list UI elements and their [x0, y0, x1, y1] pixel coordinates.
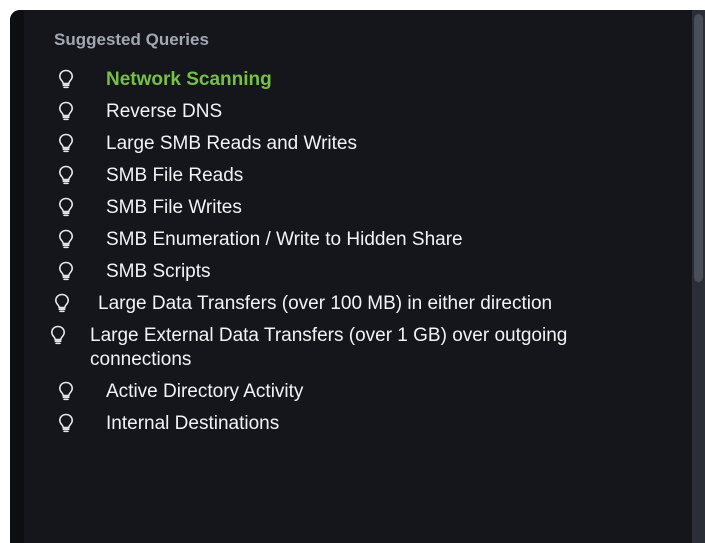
section-title: Suggested Queries [54, 30, 209, 49]
query-label: Network Scanning [106, 69, 272, 90]
query-item-smb-file-reads[interactable]: SMB File Reads [10, 164, 670, 188]
lightbulb-icon [50, 325, 70, 345]
query-label: Reverse DNS [106, 101, 223, 122]
query-item-active-directory-activity[interactable]: Active Directory Activity [10, 380, 670, 404]
query-label: SMB Enumeration / Write to Hidden Share [106, 229, 463, 250]
lightbulb-icon [54, 293, 74, 313]
lightbulb-icon [58, 133, 78, 153]
query-item-reverse-dns[interactable]: Reverse DNS [10, 100, 670, 124]
query-item-internal-destinations[interactable]: Internal Destinations [10, 412, 670, 436]
query-item-large-data-transfers[interactable]: Large Data Transfers (over 100 MB) in ei… [10, 292, 670, 316]
lightbulb-icon [58, 413, 78, 433]
query-item-smb-file-writes[interactable]: SMB File Writes [10, 196, 670, 220]
suggested-queries-panel: Suggested Queries Network Scanning Rever… [10, 10, 705, 543]
query-label: SMB File Reads [106, 165, 244, 186]
lightbulb-icon [58, 381, 78, 401]
query-label: Large SMB Reads and Writes [106, 133, 357, 154]
query-label: Active Directory Activity [106, 381, 304, 402]
lightbulb-icon [58, 101, 78, 121]
query-label: Internal Destinations [106, 413, 280, 434]
lightbulb-icon [58, 165, 78, 185]
lightbulb-icon [58, 69, 78, 89]
query-item-smb-enumeration[interactable]: SMB Enumeration / Write to Hidden Share [10, 228, 670, 252]
query-item-large-smb-reads-writes[interactable]: Large SMB Reads and Writes [10, 132, 670, 156]
query-label: SMB Scripts [106, 261, 211, 282]
query-item-large-external-data-transfers[interactable]: Large External Data Transfers (over 1 GB… [10, 324, 670, 372]
query-label: Large Data Transfers (over 100 MB) in ei… [98, 293, 553, 314]
query-label: Large External Data Transfers (over 1 GB… [90, 325, 568, 370]
lightbulb-icon [58, 229, 78, 249]
lightbulb-icon [58, 261, 78, 281]
scrollbar-track[interactable] [692, 10, 705, 543]
query-item-network-scanning[interactable]: Network Scanning [10, 68, 670, 92]
query-list: Network Scanning Reverse DNS Large SMB R… [10, 68, 670, 444]
query-item-smb-scripts[interactable]: SMB Scripts [10, 260, 670, 284]
lightbulb-icon [58, 197, 78, 217]
query-label: SMB File Writes [106, 197, 242, 218]
scrollbar-thumb[interactable] [694, 14, 703, 282]
